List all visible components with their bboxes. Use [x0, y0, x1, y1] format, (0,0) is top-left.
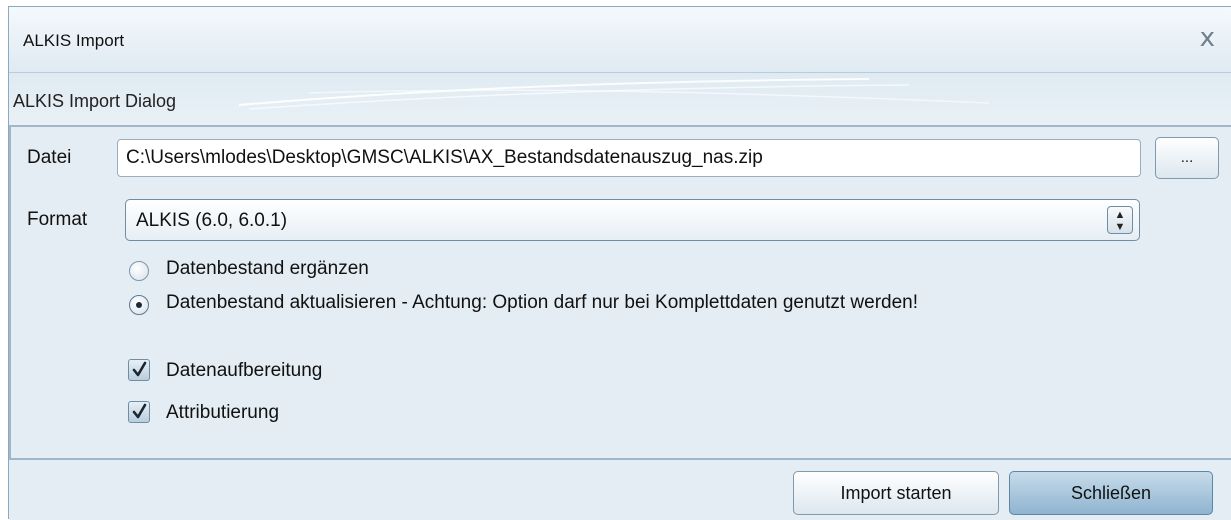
select-arrows-icon[interactable]: ▲ ▼ — [1107, 206, 1133, 234]
format-label: Format — [27, 209, 88, 230]
import-window: ALKIS Import x ALKIS Import Dialog Datei… — [8, 6, 1231, 520]
header-swoosh-decoration — [238, 78, 990, 110]
close-icon[interactable]: x — [1200, 25, 1215, 51]
checkmark-icon — [132, 361, 147, 377]
file-path-input[interactable]: C:\Users\mlodes\Desktop\GMSC\ALKIS\AX_Be… — [117, 139, 1141, 177]
checkbox-attributierung-label: Attributierung — [166, 402, 280, 423]
radio-aktualisieren[interactable] — [129, 295, 149, 315]
radio-aktualisieren-label: Datenbestand aktualisieren - Achtung: Op… — [166, 292, 919, 313]
format-select[interactable]: ALKIS (6.0, 6.0.1) ▲ ▼ — [125, 199, 1140, 241]
format-selected-value: ALKIS (6.0, 6.0.1) — [136, 210, 288, 231]
import-settings-panel: Datei C:\Users\mlodes\Desktop\GMSC\ALKIS… — [9, 125, 1231, 460]
dialog-header: ALKIS Import Dialog — [9, 73, 1231, 125]
checkmark-icon — [132, 403, 147, 419]
radio-ergaenzen-label: Datenbestand ergänzen — [166, 258, 369, 279]
file-label: Datei — [27, 147, 72, 168]
dialog-title: ALKIS Import Dialog — [13, 91, 177, 111]
browse-button[interactable]: ... — [1155, 137, 1219, 179]
checkbox-attributierung[interactable] — [128, 401, 150, 423]
close-button[interactable]: Schließen — [1009, 471, 1213, 515]
checkbox-datenaufbereitung[interactable] — [128, 359, 150, 381]
checkbox-datenaufbereitung-label: Datenaufbereitung — [166, 360, 323, 381]
import-start-button[interactable]: Import starten — [793, 471, 999, 515]
window-title: ALKIS Import — [23, 31, 125, 50]
dialog-footer: Import starten Schließen — [9, 462, 1231, 520]
radio-ergaenzen[interactable] — [129, 261, 149, 281]
title-bar: ALKIS Import x — [9, 7, 1231, 73]
